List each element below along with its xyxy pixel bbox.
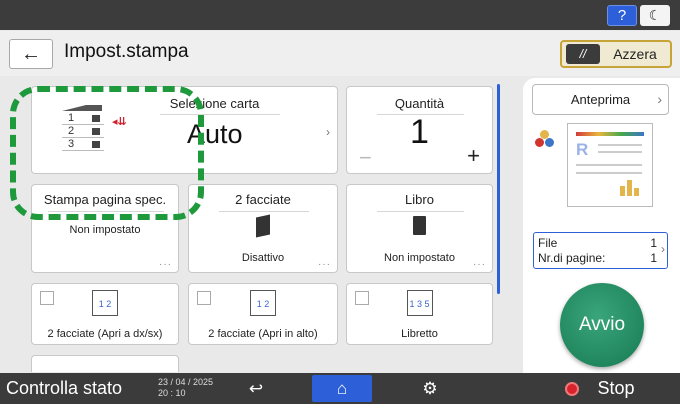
gear-icon[interactable]: ⚙ [400, 375, 460, 402]
reset-label: Azzera [613, 46, 657, 62]
duplex-open-top-card[interactable]: 1 2 2 facciate (Apri in alto) [188, 283, 338, 345]
stop-button[interactable]: Stop [525, 375, 675, 402]
quantity-increase-button[interactable]: + [467, 143, 480, 169]
quantity-decrease-button[interactable]: − [359, 145, 372, 171]
preview-thumbnail: R [567, 123, 653, 207]
booklet-label: Libretto [401, 328, 438, 340]
bottom-bar: Controlla stato 23 / 04 / 2025 20 : 10 ↩… [0, 373, 680, 404]
color-mode-icon [535, 130, 555, 150]
chevron-right-icon: › [661, 242, 665, 256]
start-button[interactable]: Avvio [560, 283, 644, 367]
pages-value: 1 [650, 251, 657, 265]
date-time: 23 / 04 / 2025 20 : 10 [158, 377, 214, 398]
stop-icon [565, 381, 580, 396]
highlight-frame [10, 86, 204, 220]
more-icon: ··· [473, 259, 486, 270]
side-panel: Anteprima › R File 1 Nr.di pagine: 1 › Avv… [523, 78, 680, 373]
check-status-button[interactable]: Controlla stato [6, 375, 150, 402]
pages-label: Nr.di pagine: [538, 251, 606, 265]
top-bar: ? ☾ [0, 0, 680, 30]
duplex-left-right-icon: 1 2 [92, 290, 118, 316]
partial-card[interactable] [31, 355, 179, 372]
stop-label: Stop [597, 378, 635, 398]
duplex-top-icon: 1 2 [250, 290, 276, 316]
checkbox[interactable] [40, 291, 54, 305]
duplex-value: Disattivo [241, 252, 285, 264]
more-icon: ··· [159, 259, 172, 270]
duplex-card[interactable]: 2 facciate Disattivo ··· [188, 184, 338, 273]
files-value: 1 [650, 236, 657, 250]
help-button[interactable]: ? [607, 5, 637, 26]
page-title: Impost.stampa [64, 41, 189, 62]
chevron-right-icon: › [657, 91, 662, 107]
book-title: Libro [405, 192, 434, 207]
scrollbar[interactable] [497, 84, 500, 294]
book-value: Non impostato [384, 252, 455, 264]
duplex-icon [256, 214, 270, 238]
quantity-card[interactable]: Quantità 1 − + [346, 86, 493, 174]
file-info-button[interactable]: File 1 Nr.di pagine: 1 › [533, 232, 668, 269]
header: ← Impost.stampa // Azzera [0, 31, 680, 76]
files-label: File [538, 236, 558, 250]
book-card[interactable]: Libro Non impostato ··· [346, 184, 493, 273]
duplex-open-left-right-card[interactable]: 1 2 2 facciate (Apri a dx/sx) [31, 283, 179, 345]
booklet-icon: 1 3 5 [406, 290, 433, 316]
reset-icon: // [566, 44, 600, 64]
back-arrow-icon[interactable]: ↩ [226, 375, 286, 402]
quantity-title: Quantità [394, 96, 445, 111]
chevron-right-icon: › [326, 125, 330, 139]
checkbox[interactable] [355, 291, 369, 305]
booklet-card[interactable]: 1 3 5 Libretto [346, 283, 493, 345]
checkbox[interactable] [197, 291, 211, 305]
specify-page-print-value: Non impostato [69, 224, 141, 236]
reset-button[interactable]: // Azzera [560, 40, 672, 68]
back-button[interactable]: ← [9, 39, 53, 69]
book-icon [412, 216, 426, 235]
duplex-title: 2 facciate [235, 192, 291, 207]
more-icon: ··· [318, 259, 331, 270]
duplex-open-left-right-label: 2 facciate (Apri a dx/sx) [47, 328, 163, 340]
preview-button[interactable]: Anteprima › [532, 84, 669, 115]
duplex-open-top-label: 2 facciate (Apri in alto) [208, 328, 318, 340]
night-mode-button[interactable]: ☾ [640, 5, 670, 26]
home-icon[interactable]: ⌂ [312, 375, 372, 402]
preview-label: Anteprima [570, 92, 631, 107]
